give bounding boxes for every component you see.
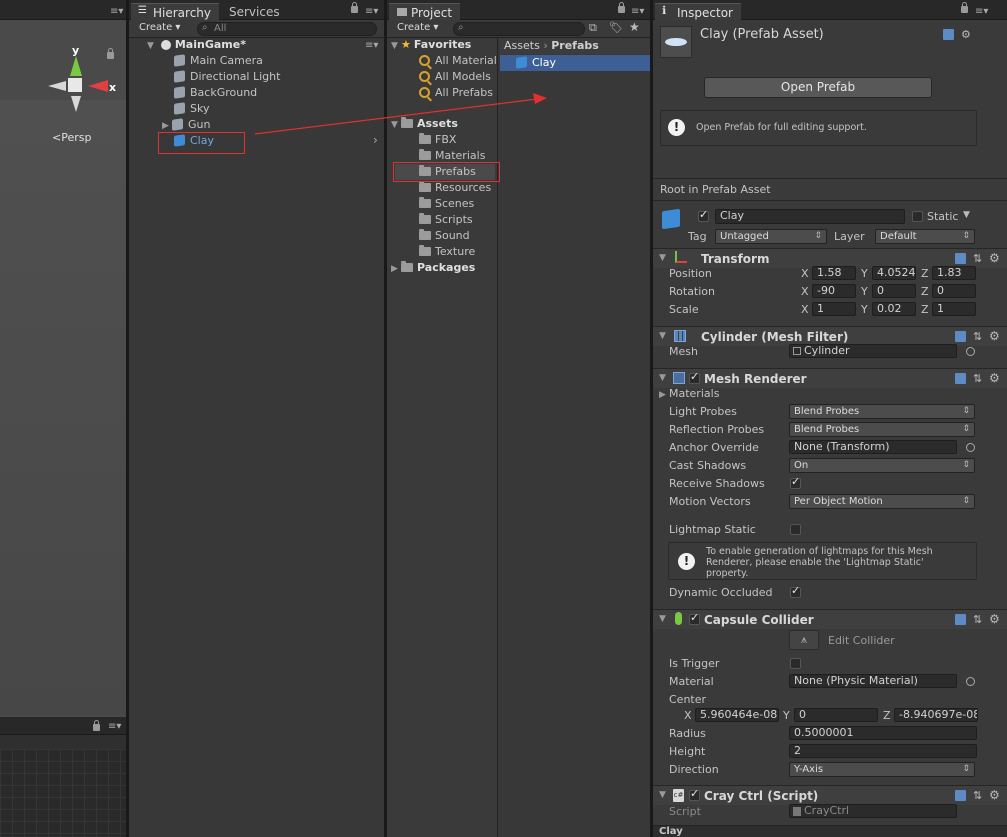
annotation-arrow (254, 93, 547, 135)
